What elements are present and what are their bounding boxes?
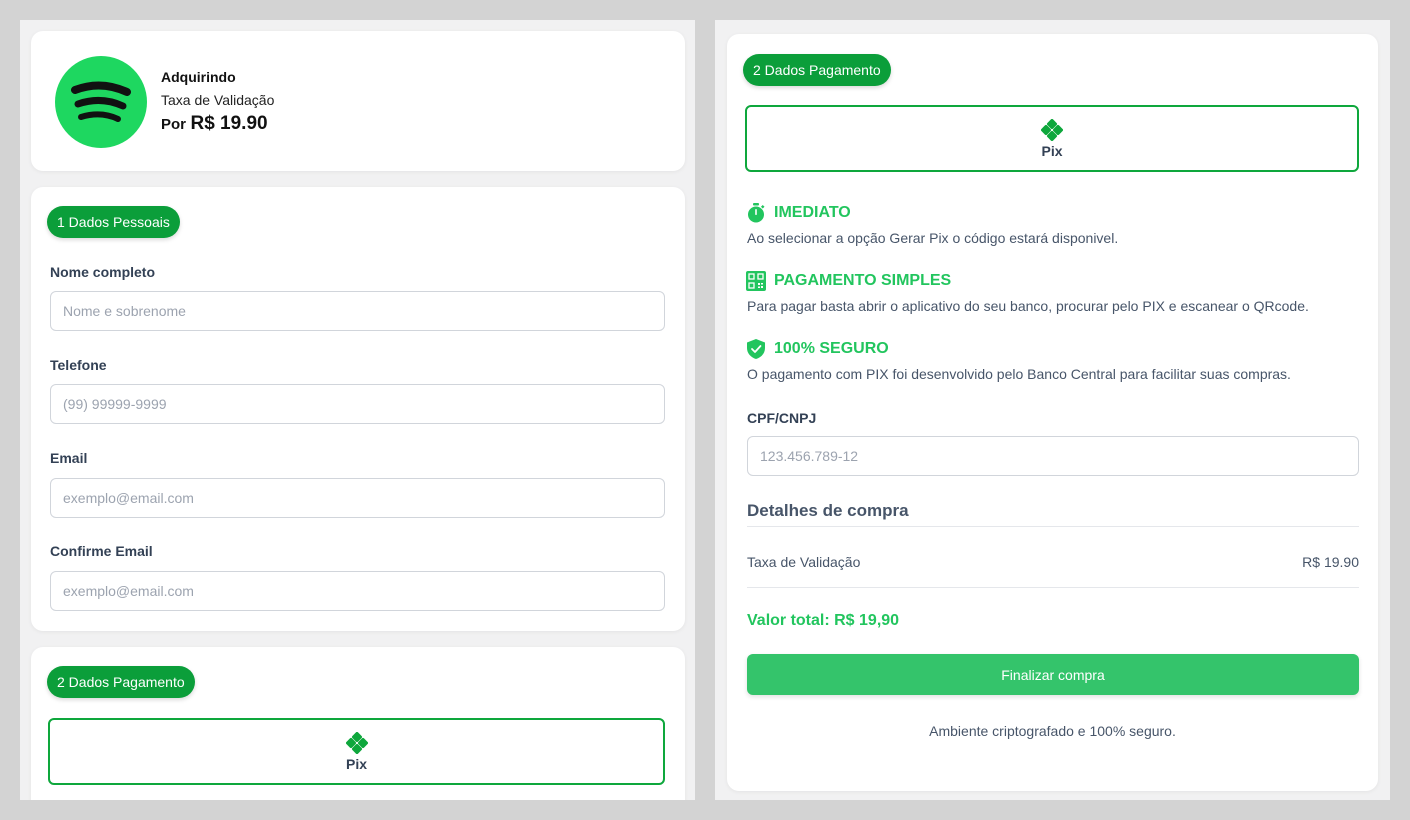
step-badge-payment-left: 2 Dados Pagamento: [47, 666, 195, 698]
phone-input[interactable]: [50, 384, 665, 424]
confirm-email-label: Confirme Email: [50, 543, 153, 559]
step-badge-personal: 1 Dados Pessoais: [47, 206, 180, 238]
pix-icon: [345, 732, 368, 754]
summary-divider-top: [747, 526, 1359, 527]
spotify-logo: [55, 56, 147, 148]
price-prefix: Por: [161, 116, 187, 133]
email-label: Email: [50, 450, 88, 466]
confirm-email-input[interactable]: [50, 571, 665, 611]
pix-payment-option[interactable]: Pix: [48, 718, 665, 785]
feature-secure-title: 100% SEGURO: [746, 339, 889, 359]
full-name-input[interactable]: [50, 291, 665, 331]
pix-option-label: Pix: [345, 756, 367, 772]
product-price: R$ 19.90: [190, 113, 268, 134]
feature-simple-desc: Para pagar basta abrir o aplicativo do s…: [747, 298, 1309, 314]
pix-payment-option-selected[interactable]: Pix: [745, 105, 1359, 172]
cpf-input[interactable]: [747, 436, 1359, 476]
summary-item-price: R$ 19.90: [1302, 554, 1359, 570]
feature-immediate-desc: Ao selecionar a opção Gerar Pix o código…: [747, 230, 1119, 246]
payment-card-left: 2 Dados Pagamento Pix: [31, 647, 685, 800]
feature-immediate-text: IMEDIATO: [774, 204, 851, 221]
summary-divider-bottom: [747, 587, 1359, 588]
finalize-purchase-button[interactable]: Finalizar compra: [747, 654, 1359, 695]
shield-check-icon: [747, 339, 765, 359]
email-input[interactable]: [50, 478, 665, 518]
feature-simple-text: PAGAMENTO SIMPLES: [774, 272, 952, 289]
stopwatch-icon: [748, 203, 765, 223]
payment-card-right: 2 Dados Pagamento Pix IMEDIATO Ao seleci…: [727, 34, 1378, 791]
feature-immediate-title: IMEDIATO: [746, 203, 851, 223]
full-name-label: Nome completo: [50, 264, 156, 280]
checkout-right-panel: 2 Dados Pagamento Pix IMEDIATO Ao seleci…: [715, 20, 1390, 800]
purchase-details-title: Detalhes de compra: [747, 501, 909, 520]
security-footer-text: Ambiente criptografado e 100% seguro.: [929, 723, 1176, 739]
feature-simple-title: PAGAMENTO SIMPLES: [746, 271, 951, 291]
checkout-left-panel: Adquirindo Taxa de Validação Por R$ 19.9…: [20, 20, 695, 800]
qrcode-icon: [746, 271, 766, 291]
product-card: Adquirindo Taxa de Validação Por R$ 19.9…: [31, 31, 685, 171]
personal-data-card: 1 Dados Pessoais Nome completo Telefone …: [31, 187, 685, 631]
feature-secure-text: 100% SEGURO: [774, 340, 889, 357]
total-value: Valor total: R$ 19,90: [747, 612, 900, 629]
pix-option-label: Pix: [1041, 143, 1063, 159]
product-name: Taxa de Validação: [161, 92, 275, 108]
product-heading: Adquirindo: [161, 69, 236, 85]
phone-label: Telefone: [50, 357, 107, 373]
summary-item-name: Taxa de Validação: [747, 554, 861, 570]
spotify-icon: [71, 81, 131, 122]
feature-secure-desc: O pagamento com PIX foi desenvolvido pel…: [747, 366, 1291, 382]
pix-icon: [1041, 119, 1063, 141]
cpf-label: CPF/CNPJ: [747, 410, 817, 426]
product-price-row: Por R$ 19.90: [161, 113, 268, 135]
step-badge-payment: 2 Dados Pagamento: [743, 54, 891, 86]
